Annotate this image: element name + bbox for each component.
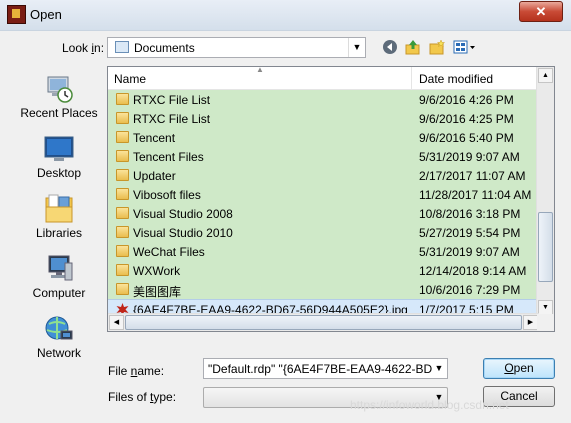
documents-folder-icon bbox=[115, 41, 129, 53]
file-name: Visual Studio 2008 bbox=[133, 207, 233, 221]
title-bar[interactable]: Open ✕ bbox=[0, 0, 571, 31]
file-row[interactable]: WXWork 12/14/2018 9:14 AM bbox=[108, 261, 539, 280]
file-row[interactable]: Visual Studio 2008 10/8/2016 3:18 PM bbox=[108, 204, 539, 223]
folder-icon bbox=[116, 264, 129, 276]
file-name: WeChat Files bbox=[133, 245, 205, 259]
column-separator[interactable] bbox=[411, 67, 412, 89]
file-row[interactable]: Tencent 9/6/2016 5:40 PM bbox=[108, 128, 539, 147]
file-row[interactable]: RTXC File List 9/6/2016 4:25 PM bbox=[108, 109, 539, 128]
vertical-scroll-thumb[interactable] bbox=[538, 212, 553, 282]
up-folder-icon[interactable] bbox=[404, 39, 422, 57]
back-icon[interactable] bbox=[381, 39, 399, 57]
recent-places-icon bbox=[43, 74, 75, 104]
sort-ascending-icon: ▲ bbox=[256, 66, 264, 74]
file-name: Vibosoft files bbox=[133, 188, 201, 202]
open-button[interactable]: Open bbox=[483, 358, 555, 379]
close-button[interactable]: ✕ bbox=[519, 1, 563, 22]
column-header-date[interactable]: Date modified bbox=[419, 72, 493, 86]
place-computer[interactable]: Computer bbox=[16, 250, 102, 308]
file-date: 10/6/2016 7:29 PM bbox=[419, 283, 521, 297]
place-network[interactable]: Network bbox=[16, 310, 102, 368]
scroll-corner bbox=[537, 314, 554, 331]
look-in-value: Documents bbox=[134, 41, 195, 55]
place-label: Libraries bbox=[35, 226, 83, 240]
horizontal-scrollbar[interactable]: ◀ ▶ bbox=[108, 313, 539, 331]
vertical-scrollbar[interactable]: ▲ ▼ bbox=[536, 67, 554, 316]
file-row[interactable]: Tencent Files 5/31/2019 9:07 AM bbox=[108, 147, 539, 166]
file-date: 5/27/2019 5:54 PM bbox=[419, 226, 521, 240]
folder-icon bbox=[116, 131, 129, 143]
file-row[interactable]: Vibosoft files 11/28/2017 11:04 AM bbox=[108, 185, 539, 204]
watermark: https://infoworld.blog.csdn.net bbox=[350, 398, 509, 412]
chevron-down-icon[interactable]: ▼ bbox=[348, 38, 365, 57]
folder-icon bbox=[116, 169, 129, 181]
file-name: Tencent Files bbox=[133, 150, 204, 164]
file-name: RTXC File List bbox=[133, 112, 211, 126]
computer-icon bbox=[43, 254, 75, 284]
window-title: Open bbox=[30, 7, 62, 22]
horizontal-scroll-thumb[interactable] bbox=[125, 315, 522, 330]
network-icon bbox=[43, 314, 75, 344]
chevron-down-icon[interactable]: ▼ bbox=[431, 359, 447, 378]
file-rows: RTXC File List 9/6/2016 4:26 PM RTXC File … bbox=[108, 90, 539, 331]
scroll-down-icon[interactable]: ▼ bbox=[538, 300, 553, 315]
file-date: 9/6/2016 5:40 PM bbox=[419, 131, 514, 145]
folder-icon bbox=[116, 245, 129, 257]
folder-icon bbox=[116, 150, 129, 162]
file-type-label: Files of type: bbox=[108, 390, 177, 404]
libraries-icon bbox=[43, 194, 75, 224]
scroll-left-icon[interactable]: ◀ bbox=[109, 315, 124, 330]
file-name: Updater bbox=[133, 169, 176, 183]
file-date: 2/17/2017 11:07 AM bbox=[419, 169, 526, 183]
scroll-right-icon[interactable]: ▶ bbox=[523, 315, 538, 330]
file-date: 10/8/2016 3:18 PM bbox=[419, 207, 521, 221]
place-desktop[interactable]: Desktop bbox=[16, 130, 102, 188]
file-date: 5/31/2019 9:07 AM bbox=[419, 150, 520, 164]
file-list[interactable]: ▲ Name Date modified RTXC File List 9/6/2… bbox=[107, 66, 555, 332]
look-in-label: Look in: bbox=[62, 41, 105, 55]
file-row[interactable]: WeChat Files 5/31/2019 9:07 AM bbox=[108, 242, 539, 261]
place-libraries[interactable]: Libraries bbox=[16, 190, 102, 248]
folder-icon bbox=[116, 283, 129, 295]
look-in-dropdown[interactable]: Documents ▼ bbox=[107, 37, 366, 58]
file-name-label: File name: bbox=[108, 364, 165, 378]
column-header-name[interactable]: Name bbox=[114, 72, 146, 86]
file-name: Visual Studio 2010 bbox=[133, 226, 233, 240]
file-name: WXWork bbox=[133, 264, 181, 278]
file-name: RTXC File List bbox=[133, 93, 211, 107]
view-menu-icon[interactable] bbox=[452, 39, 478, 57]
place-label: Recent Places bbox=[20, 106, 98, 120]
place-label: Computer bbox=[32, 286, 86, 300]
file-row[interactable]: RTXC File List 9/6/2016 4:26 PM bbox=[108, 90, 539, 109]
scroll-up-icon[interactable]: ▲ bbox=[538, 68, 553, 83]
place-label: Desktop bbox=[36, 166, 82, 180]
file-date: 12/14/2018 9:14 AM bbox=[419, 264, 527, 278]
app-icon bbox=[7, 5, 26, 24]
folder-icon bbox=[116, 207, 129, 219]
file-date: 9/6/2016 4:25 PM bbox=[419, 112, 514, 126]
file-date: 9/6/2016 4:26 PM bbox=[419, 93, 514, 107]
file-name-input[interactable]: "Default.rdp" "{6AE4F7BE-EAA9-4622-BD67-… bbox=[203, 358, 448, 379]
new-folder-icon[interactable] bbox=[428, 39, 446, 57]
desktop-icon bbox=[43, 134, 75, 164]
folder-icon bbox=[116, 226, 129, 238]
folder-icon bbox=[116, 112, 129, 124]
file-row[interactable]: Updater 2/17/2017 11:07 AM bbox=[108, 166, 539, 185]
places-bar: Recent Places Desktop Libraries Computer… bbox=[16, 66, 102, 368]
file-row[interactable]: Visual Studio 2010 5/27/2019 5:54 PM bbox=[108, 223, 539, 242]
file-date: 11/28/2017 11:04 AM bbox=[419, 188, 532, 202]
file-name: Tencent bbox=[133, 131, 176, 145]
file-date: 5/31/2019 9:07 AM bbox=[419, 245, 520, 259]
file-name: 美图图库 bbox=[133, 285, 182, 299]
file-row[interactable]: 美图图库 10/6/2016 7:29 PM bbox=[108, 280, 539, 299]
place-label: Network bbox=[36, 346, 81, 360]
folder-icon bbox=[116, 93, 129, 105]
folder-icon bbox=[116, 188, 129, 200]
column-header-row: ▲ Name Date modified bbox=[108, 67, 539, 90]
place-recent-places[interactable]: Recent Places bbox=[16, 70, 102, 128]
file-name-value: "Default.rdp" "{6AE4F7BE-EAA9-4622-BD67-… bbox=[208, 362, 432, 376]
